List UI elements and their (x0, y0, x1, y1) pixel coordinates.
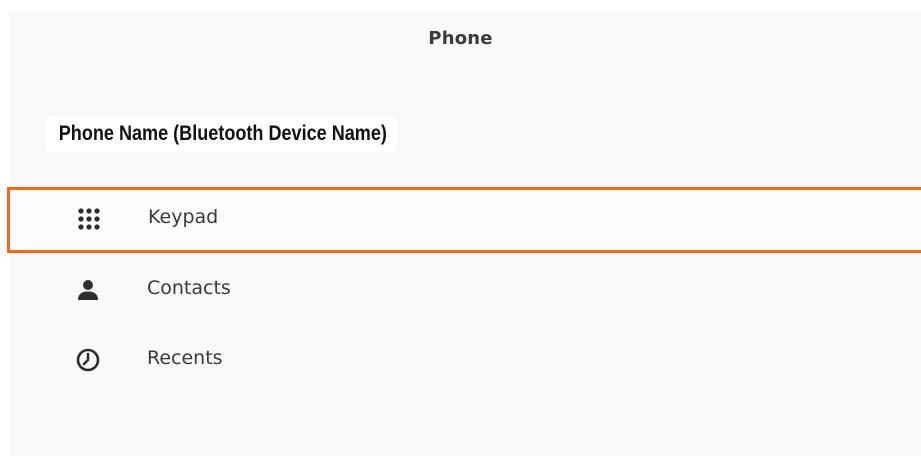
device-name-label: Phone Name (Bluetooth Device Name) (45, 116, 398, 152)
phone-screen: Phone Phone Name (Bluetooth Device Name)… (0, 0, 921, 456)
menu-item-label-keypad: Keypad (148, 206, 219, 228)
recents-icon (75, 347, 101, 373)
menu-item-keypad[interactable]: Keypad (7, 187, 921, 253)
menu-item-contacts[interactable]: Contacts (9, 259, 921, 321)
page-title: Phone (428, 28, 493, 49)
menu-item-label-recents: Recents (147, 347, 223, 369)
menu-item-label-contacts: Contacts (147, 277, 231, 299)
keypad-icon (76, 206, 102, 232)
contacts-icon (75, 277, 101, 303)
menu-item-recents[interactable]: Recents (9, 329, 921, 391)
